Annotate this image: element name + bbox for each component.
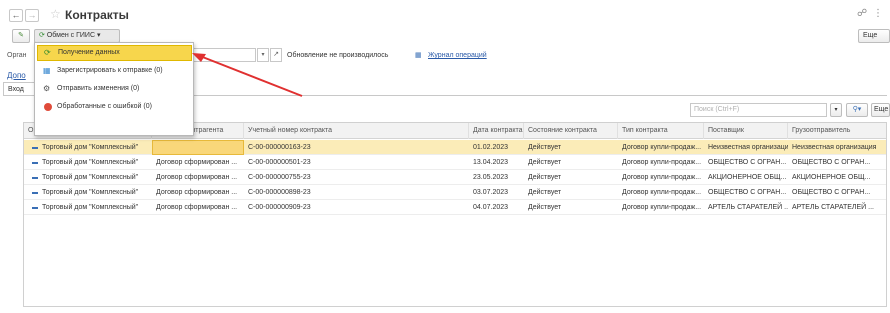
register-icon: ▦ xyxy=(43,66,51,75)
menu-item-label: Обработанные с ошибкой (0) xyxy=(57,103,152,110)
col-supplier[interactable]: Поставщик xyxy=(704,123,788,139)
organization-label: Орган xyxy=(7,52,27,59)
cell-contract-number: С-00-000000501-23 xyxy=(248,159,311,166)
cell-shipper: ОБЩЕСТВО С ОГРАН... xyxy=(792,159,871,166)
exchange-giis-button[interactable]: ⟳ Обмен с ГИИС ▾ xyxy=(34,29,120,43)
col-contract-type[interactable]: Тип контракта xyxy=(618,123,704,139)
error-icon xyxy=(44,103,52,111)
table-row[interactable]: Торговый дом "Комплексный" С-00-00000016… xyxy=(24,140,886,155)
cell-contract-number: С-00-000000163-23 xyxy=(248,144,311,151)
cell-contract-status: Действует xyxy=(528,144,562,151)
table-row[interactable]: Торговый дом "Комплексный" Договор сформ… xyxy=(24,185,886,200)
cell-supplier: ОБЩЕСТВО С ОГРАН... xyxy=(708,159,787,166)
annotation-arrow xyxy=(192,53,303,97)
chevron-down-icon: ▾ xyxy=(96,32,101,39)
cell-organization: Торговый дом "Комплексный" xyxy=(42,159,139,166)
favorite-star-icon[interactable]: ☆ xyxy=(50,7,61,21)
cell-contract-date: 13.04.2023 xyxy=(473,159,509,166)
cell-contract-type: Договор купли-продаж... xyxy=(622,174,702,181)
cell-shipper: Неизвестная организация xyxy=(792,144,877,151)
page-title: Контракты xyxy=(65,8,129,22)
cell-organization: Торговый дом "Комплексный" xyxy=(42,189,139,196)
list-more-button[interactable]: Еще xyxy=(871,103,890,117)
cell-contract-date: 03.07.2023 xyxy=(473,189,509,196)
cell-contract-number: С-00-000000898-23 xyxy=(248,189,311,196)
cell-organization: Торговый дом "Комплексный" xyxy=(42,204,139,211)
search-input[interactable]: Поиск (Ctrl+F) xyxy=(690,103,827,117)
search-options-icon[interactable]: ▾ xyxy=(830,103,842,117)
additional-link[interactable]: Допо xyxy=(7,71,26,80)
cell-contractor-agreement-editing[interactable] xyxy=(152,140,244,155)
edit-icon[interactable]: ✎ xyxy=(12,29,30,43)
cell-organization: Торговый дом "Комплексный" xyxy=(42,174,139,181)
menu-item-label: Получение данных xyxy=(58,49,120,56)
cell-supplier: Неизвестная организация xyxy=(708,144,788,151)
menu-item-receive-data[interactable]: ⟳ Получение данных xyxy=(37,45,192,61)
more-button[interactable]: Еще xyxy=(858,29,890,43)
exchange-giis-menu: ⟳ Получение данных ▦ Зарегистрировать к … xyxy=(34,42,194,136)
table-row[interactable]: Торговый дом "Комплексный" Договор сформ… xyxy=(24,155,886,170)
cell-contract-date: 04.07.2023 xyxy=(473,204,509,211)
cell-contract-type: Договор купли-продаж... xyxy=(622,144,702,151)
menu-item-label: Отправить изменения (0) xyxy=(57,85,140,92)
back-button[interactable]: ← xyxy=(9,9,23,22)
col-shipper[interactable]: Грузоотправитель xyxy=(788,123,886,139)
cell-contract-status: Действует xyxy=(528,204,562,211)
exchange-giis-label: Обмен с ГИИС xyxy=(46,32,95,39)
cell-contract-type: Договор купли-продаж... xyxy=(622,189,702,196)
cell-supplier: АКЦИОНЕРНОЕ ОБЩ... xyxy=(708,174,787,181)
journal-icon: ▦ xyxy=(415,52,422,59)
journal-link[interactable]: Журнал операций xyxy=(428,52,487,59)
cell-contract-date: 23.05.2023 xyxy=(473,174,509,181)
cell-shipper: АКЦИОНЕРНОЕ ОБЩ... xyxy=(792,174,871,181)
send-icon: ⚙ xyxy=(43,84,51,93)
table-row[interactable]: Торговый дом "Комплексный" Договор сформ… xyxy=(24,200,886,215)
col-contract-date[interactable]: Дата контракта xyxy=(469,123,524,139)
col-contract-status[interactable]: Состояние контракта xyxy=(524,123,618,139)
cell-contract-status: Действует xyxy=(528,189,562,196)
tab-incoming[interactable]: Вход xyxy=(3,82,35,96)
cell-contract-status: Действует xyxy=(528,159,562,166)
cell-contract-number: С-00-000000755-23 xyxy=(248,174,311,181)
menu-item-send-changes[interactable]: ⚙ Отправить изменения (0) xyxy=(37,81,192,97)
forward-button[interactable]: → xyxy=(25,9,39,22)
search-icon[interactable]: ⚲▾ xyxy=(846,103,868,117)
cell-supplier: ОБЩЕСТВО С ОГРАН... xyxy=(708,189,787,196)
cell-contract-type: Договор купли-продаж... xyxy=(622,159,702,166)
cell-shipper: ОБЩЕСТВО С ОГРАН... xyxy=(792,189,871,196)
cell-contract-number: С-00-000000909-23 xyxy=(248,204,311,211)
contracts-table: Организация Договор контрагента Учетный … xyxy=(23,122,887,307)
cell-contractor-agreement: Договор сформирован ... xyxy=(156,159,238,166)
menu-item-processed-error[interactable]: Обработанные с ошибкой (0) xyxy=(37,99,192,115)
refresh-icon: ⟳ xyxy=(44,48,51,57)
cell-shipper: АРТЕЛЬ СТАРАТЕЛЕЙ ... xyxy=(792,204,874,211)
cell-contract-type: Договор купли-продаж... xyxy=(622,204,702,211)
cell-contract-status: Действует xyxy=(528,174,562,181)
cell-organization: Торговый дом "Комплексный" xyxy=(42,144,139,151)
cell-contractor-agreement: Договор сформирован ... xyxy=(156,189,238,196)
table-row[interactable]: Торговый дом "Комплексный" Договор сформ… xyxy=(24,170,886,185)
more-vert-icon[interactable]: ⋮ xyxy=(873,8,883,19)
cell-contractor-agreement: Договор сформирован ... xyxy=(156,204,238,211)
cell-contractor-agreement: Договор сформирован ... xyxy=(156,174,238,181)
col-contract-number[interactable]: Учетный номер контракта xyxy=(244,123,469,139)
link-icon[interactable]: ☍ xyxy=(857,8,867,19)
cell-supplier: АРТЕЛЬ СТАРАТЕЛЕЙ ... xyxy=(708,204,788,211)
menu-item-register-send[interactable]: ▦ Зарегистрировать к отправке (0) xyxy=(37,63,192,79)
refresh-icon: ⟳ xyxy=(39,32,45,39)
menu-item-label: Зарегистрировать к отправке (0) xyxy=(57,67,163,74)
cell-contract-date: 01.02.2023 xyxy=(473,144,509,151)
